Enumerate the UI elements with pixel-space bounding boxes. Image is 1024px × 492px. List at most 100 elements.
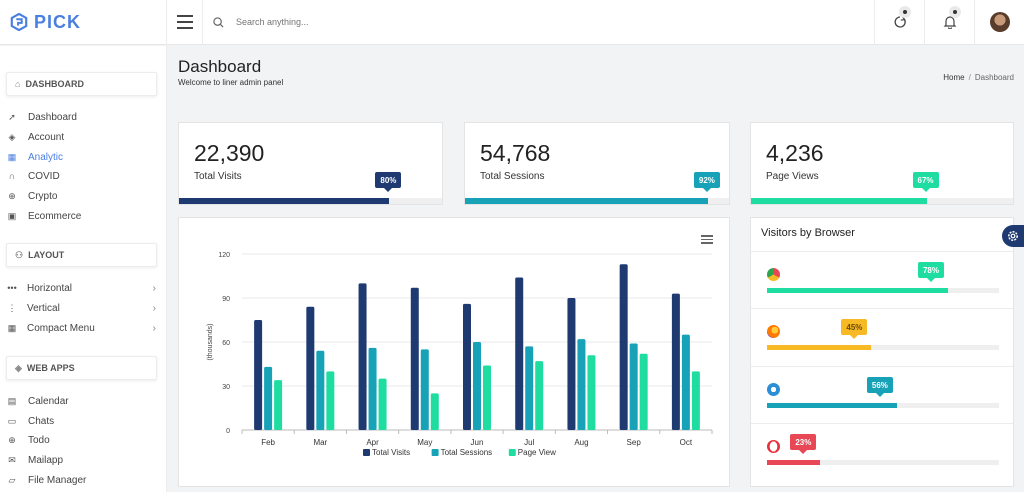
ie-icon xyxy=(767,383,780,396)
legend-label: Page View xyxy=(518,448,556,457)
bar xyxy=(358,283,367,430)
y-tick-label: 90 xyxy=(222,296,230,303)
brand-name: PICK xyxy=(34,11,82,32)
sidebar-item-mailapp[interactable]: ✉ Mailapp xyxy=(6,451,158,469)
bar xyxy=(326,371,335,430)
breadcrumb-home-link[interactable]: Home xyxy=(943,73,964,82)
more-horizontal-icon: ••• xyxy=(7,283,17,293)
sidebar-item-label: Account xyxy=(28,131,65,143)
sidebar-item-vertical[interactable]: ⋮ Vertical › xyxy=(6,299,158,317)
sidebar-item-calendar[interactable]: ▤ Calendar xyxy=(6,392,158,410)
bar xyxy=(483,365,491,430)
sidebar-item-label: COVID xyxy=(28,170,60,182)
bar xyxy=(515,277,524,430)
stat-label: Total Sessions xyxy=(480,171,545,182)
opera-icon xyxy=(767,440,780,453)
sidebar-item-analytic[interactable]: ▦ Analytic xyxy=(6,148,158,166)
sidebar-item-ecommerce[interactable]: ▣ Ecommerce xyxy=(6,207,158,225)
bar xyxy=(535,361,544,430)
bar-chart: 0 30 60 90 120 (thousands) Feb Mar Apr May Jun Jul A… xyxy=(207,252,713,457)
settings-toggle-button[interactable] xyxy=(1002,225,1024,247)
sidebar-item-label: Chats xyxy=(28,415,55,427)
firefox-icon xyxy=(767,325,780,338)
chrome-icon xyxy=(767,268,780,281)
bar xyxy=(629,343,638,430)
sidebar-item-dashboard[interactable]: ➚ Dashboard xyxy=(6,108,158,126)
sidebar-item-label: Compact Menu xyxy=(27,322,95,334)
menu-toggle-button[interactable] xyxy=(167,0,203,45)
y-tick-label: 0 xyxy=(226,428,230,435)
browser-progress-fill xyxy=(767,288,948,293)
more-vertical-icon: ⋮ xyxy=(7,302,17,313)
browser-percent-badge: 45% xyxy=(841,319,868,339)
browser-percent-badge: 23% xyxy=(790,434,817,454)
stat-progress-track xyxy=(179,198,442,204)
sidebar-item-file-manager[interactable]: ▱ File Manager xyxy=(6,471,158,489)
stat-percent-badge: 92% xyxy=(693,172,720,192)
chevron-right-icon: › xyxy=(152,282,156,294)
stat-value: 22,390 xyxy=(194,140,265,166)
stat-card-total-visits: 22,390 Total Visits 80% xyxy=(178,122,443,205)
sidebar-item-account[interactable]: ◈ Account xyxy=(6,128,158,146)
chevron-right-icon: › xyxy=(152,302,156,314)
top-header: PICK xyxy=(0,0,1024,45)
sidebar-item-label: Analytic xyxy=(28,151,64,163)
section-title: DASHBOARD xyxy=(25,79,84,89)
breadcrumb-separator: / xyxy=(968,73,971,82)
stat-progress-fill xyxy=(751,198,927,204)
analytics-chart-card: 0 30 60 90 120 (thousands) Feb Mar Apr May Jun Jul A… xyxy=(178,217,730,487)
sidebar-item-covid[interactable]: ∩ COVID xyxy=(6,167,158,185)
bar xyxy=(577,339,586,430)
section-title: LAYOUT xyxy=(28,250,65,260)
stat-progress-track xyxy=(465,198,729,204)
chevron-right-icon: › xyxy=(152,322,156,334)
y-tick-label: 120 xyxy=(218,252,230,259)
stat-progress-fill xyxy=(179,198,390,204)
y-tick-label: 30 xyxy=(222,384,230,391)
browser-row: 56% xyxy=(751,366,1013,423)
bar xyxy=(587,355,596,430)
sidebar-item-horizontal[interactable]: ••• Horizontal › xyxy=(6,279,158,297)
breadcrumb: Home / Dashboard xyxy=(943,73,1014,82)
sidebar-item-compact-menu[interactable]: ▦ Compact Menu › xyxy=(6,319,158,337)
bar xyxy=(306,306,315,430)
browser-percent-badge: 56% xyxy=(866,377,893,397)
x-tick-label: Jun xyxy=(471,438,484,447)
calendar-icon: ▤ xyxy=(7,395,17,406)
sidebar-item-label: File Manager xyxy=(28,474,87,486)
x-tick-label: Sep xyxy=(627,438,642,447)
sidebar-item-label: Todo xyxy=(28,434,50,446)
y-axis-label: (thousands) xyxy=(207,324,214,361)
layers-icon: ◈ xyxy=(15,362,22,373)
search-bar xyxy=(203,0,874,45)
grid-icon: ▦ xyxy=(7,151,17,162)
browser-progress-track xyxy=(767,460,999,465)
activity-button[interactable] xyxy=(874,0,924,45)
stat-card-page-views: 4,236 Page Views 67% xyxy=(750,122,1014,205)
sidebar-item-todo[interactable]: ⊕ Todo xyxy=(6,431,158,449)
sidebar-item-label: Ecommerce xyxy=(28,210,82,222)
sidebar-item-label: Crypto xyxy=(28,190,58,202)
page-title: Dashboard xyxy=(178,57,262,76)
user-menu-button[interactable] xyxy=(974,0,1024,45)
y-tick-label: 60 xyxy=(222,340,230,347)
sidebar-item-label: Horizontal xyxy=(27,282,73,294)
sidebar-section-layout[interactable]: ⚇ LAYOUT xyxy=(6,243,157,267)
bar xyxy=(671,293,680,430)
x-tick-label: Mar xyxy=(313,438,327,447)
sidebar-item-crypto[interactable]: ⊕ Crypto xyxy=(6,187,158,205)
search-input[interactable] xyxy=(236,17,536,27)
legend-label: Total Visits xyxy=(372,448,410,457)
brand[interactable]: PICK xyxy=(0,0,167,45)
notifications-button[interactable] xyxy=(924,0,974,45)
sidebar-item-label: Calendar xyxy=(28,395,69,407)
browser-progress-fill xyxy=(767,403,897,408)
sidebar-section-web-apps[interactable]: ◈ WEB APPS xyxy=(6,356,157,380)
bar xyxy=(368,347,377,430)
sidebar-item-chats[interactable]: ▭ Chats xyxy=(6,412,158,430)
legend-swatch xyxy=(363,449,370,456)
notification-dot xyxy=(949,5,961,18)
bar xyxy=(410,287,419,430)
legend-swatch xyxy=(431,449,439,456)
sidebar-section-dashboard[interactable]: ⌂ DASHBOARD xyxy=(6,72,157,96)
